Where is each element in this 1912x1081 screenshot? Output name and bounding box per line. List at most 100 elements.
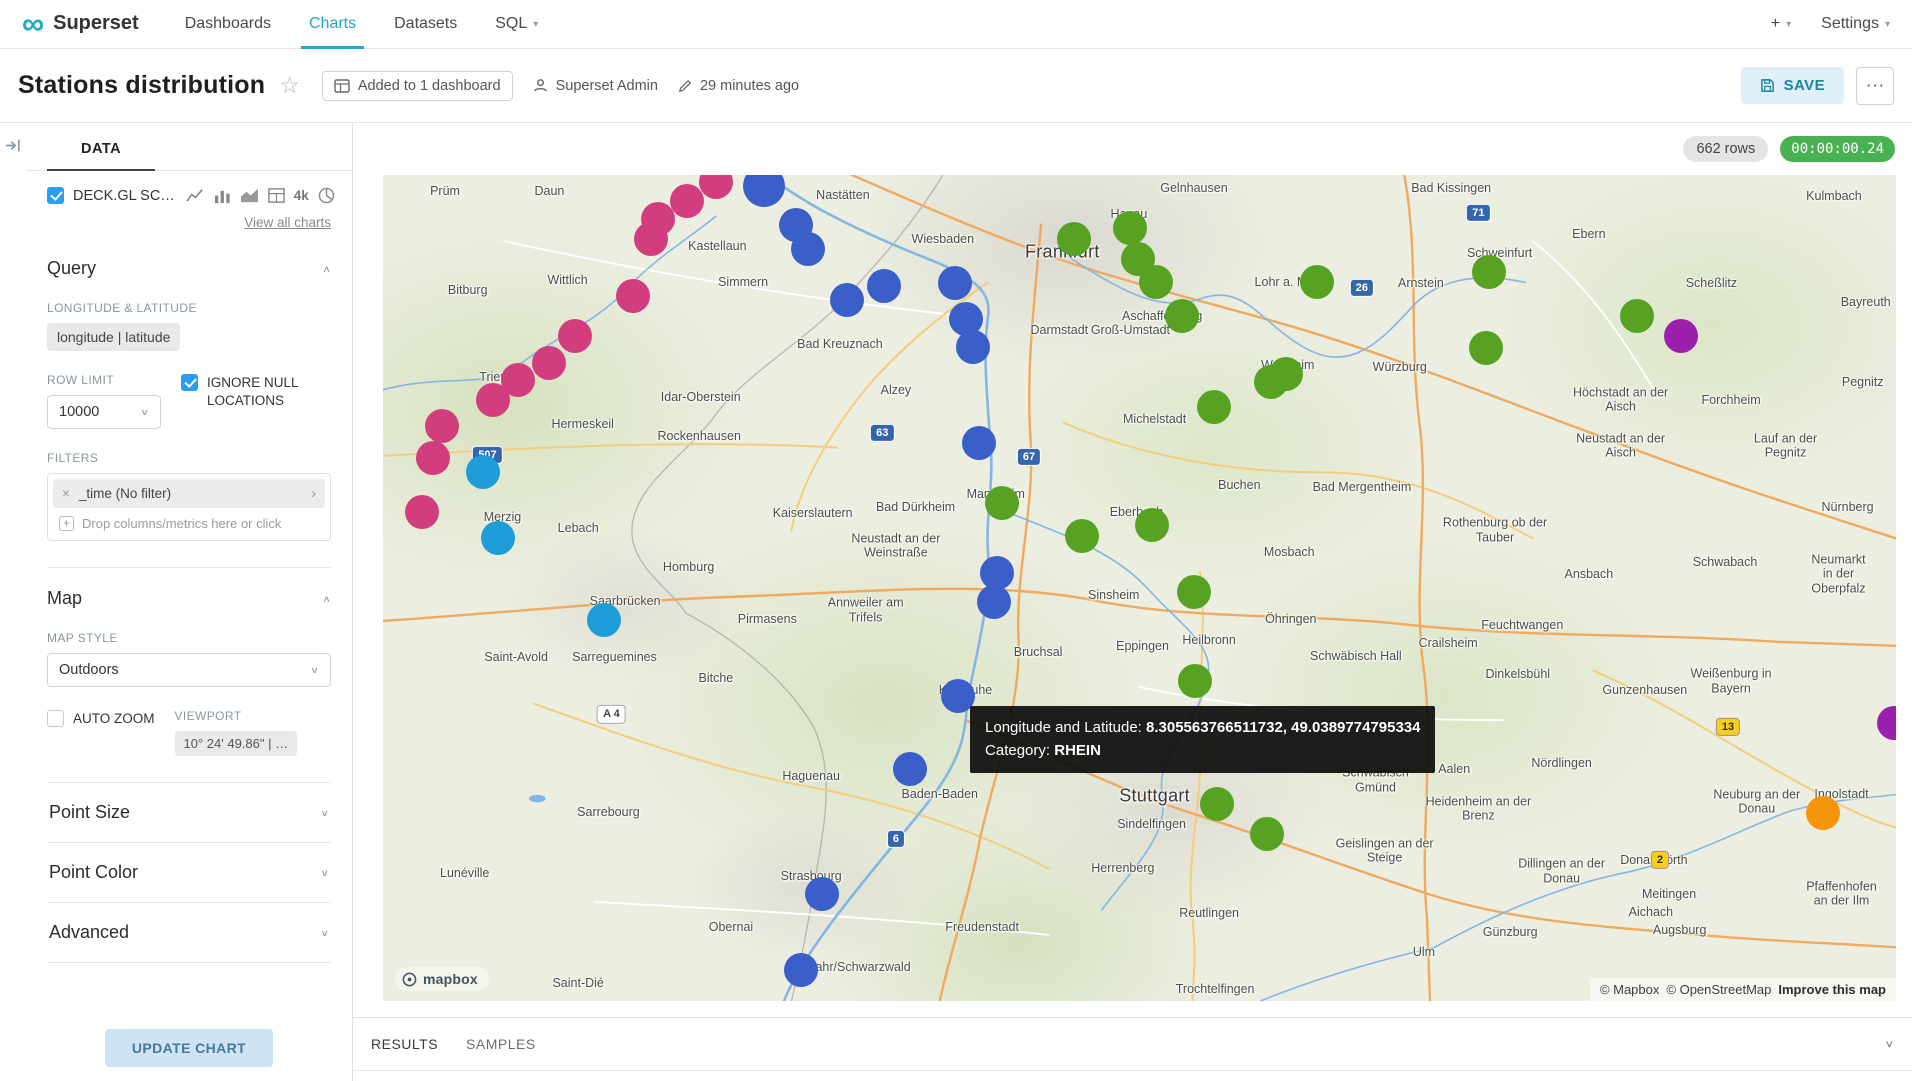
map-point[interactable] — [893, 752, 927, 786]
map-point[interactable] — [1135, 508, 1169, 542]
map-point[interactable] — [791, 232, 825, 266]
owner-label[interactable]: Superset Admin — [533, 78, 658, 94]
query-section-header[interactable]: Query ∧ — [47, 258, 331, 279]
area-chart-icon[interactable] — [240, 187, 259, 204]
mapbox-attribution-link[interactable]: © Mapbox — [1600, 982, 1659, 997]
improve-map-link[interactable]: Improve this map — [1778, 982, 1886, 997]
map-point[interactable] — [938, 266, 972, 300]
remove-filter-icon[interactable]: × — [62, 486, 70, 501]
map-style-select[interactable]: Outdoors ∨ — [47, 653, 331, 687]
map-point[interactable] — [1620, 299, 1654, 333]
pie-chart-icon[interactable] — [318, 187, 335, 204]
map-point[interactable] — [1254, 365, 1288, 399]
map-point[interactable] — [466, 455, 500, 489]
bar-chart-icon[interactable] — [214, 187, 231, 204]
table-icon[interactable] — [268, 187, 285, 204]
map-city-label: Ansbach — [1565, 567, 1614, 581]
map-point[interactable] — [1806, 796, 1840, 830]
map-point[interactable] — [405, 495, 439, 529]
map-point[interactable] — [532, 346, 566, 380]
map-point[interactable] — [977, 585, 1011, 619]
map-point[interactable] — [1250, 817, 1284, 851]
map-point[interactable] — [1065, 519, 1099, 553]
map-point[interactable] — [985, 486, 1019, 520]
map-point[interactable] — [1165, 299, 1199, 333]
section-advanced[interactable]: Advanced ∨ — [47, 902, 331, 963]
map-point[interactable] — [1469, 331, 1503, 365]
big-number-icon[interactable]: 4k — [294, 188, 309, 203]
map-canvas[interactable]: mapbox © Mapbox © OpenStreetMap Improve … — [383, 175, 1896, 1001]
map-point[interactable] — [805, 877, 839, 911]
map-section-header[interactable]: Map ∧ — [47, 588, 331, 609]
map-point[interactable] — [1178, 664, 1212, 698]
map-point[interactable] — [1177, 575, 1211, 609]
map-point[interactable] — [1057, 222, 1091, 256]
expand-results-icon[interactable]: ∨ — [1884, 1038, 1894, 1050]
mapbox-logo-text: mapbox — [423, 971, 478, 987]
map-point[interactable] — [558, 319, 592, 353]
auto-zoom-checkbox[interactable] — [47, 710, 64, 727]
ignore-null-checkbox[interactable] — [181, 374, 198, 391]
view-all-charts-link[interactable]: View all charts — [244, 215, 331, 230]
map-point[interactable] — [587, 603, 621, 637]
brand-name: Superset — [53, 12, 139, 35]
tab-results[interactable]: RESULTS — [371, 1036, 438, 1052]
map-point[interactable] — [1300, 265, 1334, 299]
tab-data[interactable]: DATA — [47, 123, 155, 170]
section-point-color[interactable]: Point Color ∨ — [47, 842, 331, 902]
nav-datasets[interactable]: Datasets — [394, 0, 457, 48]
viewport-value[interactable]: 10° 24' 49.86" | … — [175, 731, 298, 756]
map-point[interactable] — [956, 330, 990, 364]
map-point[interactable] — [476, 383, 510, 417]
map-point[interactable] — [1472, 255, 1506, 289]
expand-filter-icon[interactable]: › — [311, 485, 316, 502]
map-point[interactable] — [634, 222, 668, 256]
map-point[interactable] — [1664, 319, 1698, 353]
tab-samples[interactable]: SAMPLES — [466, 1036, 536, 1052]
superset-logo[interactable]: ∞ Superset — [22, 10, 139, 38]
map-point[interactable] — [962, 426, 996, 460]
map-city-label: Geislingen an der Steige — [1332, 836, 1438, 865]
map-point[interactable] — [425, 409, 459, 443]
dashboard-count-badge[interactable]: Added to 1 dashboard — [322, 71, 513, 101]
map-point[interactable] — [481, 521, 515, 555]
map-point[interactable] — [1197, 390, 1231, 424]
map-point[interactable] — [616, 279, 650, 313]
mapbox-icon — [402, 972, 417, 987]
tooltip-category-label: Category: — [985, 742, 1050, 759]
nav-charts[interactable]: Charts — [309, 0, 356, 48]
last-modified-label[interactable]: 29 minutes ago — [678, 78, 799, 94]
map-point[interactable] — [670, 184, 704, 218]
settings-menu-button[interactable]: Settings ▾ — [1821, 0, 1890, 48]
map-city-label: Idar-Oberstein — [661, 390, 741, 404]
map-point[interactable] — [1113, 211, 1147, 245]
map-point[interactable] — [830, 283, 864, 317]
line-chart-icon[interactable] — [186, 187, 205, 204]
save-button[interactable]: SAVE — [1741, 67, 1844, 104]
row-limit-select[interactable]: 10000 ∨ — [47, 395, 161, 429]
viz-type-checkbox[interactable] — [47, 187, 64, 204]
map-point[interactable] — [416, 441, 450, 475]
osm-attribution-link[interactable]: © OpenStreetMap — [1666, 982, 1771, 997]
favorite-star-icon[interactable]: ☆ — [279, 72, 300, 99]
lonlat-pill[interactable]: longitude | latitude — [47, 323, 180, 351]
map-city-label: Eppingen — [1116, 639, 1169, 653]
more-options-button[interactable]: ··· — [1856, 67, 1894, 105]
collapse-panel-icon[interactable] — [5, 137, 22, 155]
chevron-up-icon[interactable]: ∧ — [322, 263, 331, 274]
nav-sql[interactable]: SQL ▾ — [495, 0, 538, 48]
chevron-up-icon[interactable]: ∧ — [322, 593, 331, 604]
viz-type-label[interactable]: DECK.GL SC… — [73, 188, 175, 204]
filter-pill[interactable]: × _time (No filter) › — [53, 479, 325, 508]
map-point[interactable] — [1139, 265, 1173, 299]
new-item-button[interactable]: + ▾ — [1771, 0, 1791, 48]
nav-dashboards[interactable]: Dashboards — [185, 0, 271, 48]
map-point[interactable] — [867, 269, 901, 303]
filter-drop-zone[interactable]: + Drop columns/metrics here or click — [53, 508, 325, 535]
section-point-size[interactable]: Point Size ∨ — [47, 782, 331, 842]
map-city-label: Freudenstadt — [945, 920, 1019, 934]
map-point[interactable] — [1200, 787, 1234, 821]
map-point[interactable] — [784, 953, 818, 987]
mapbox-logo[interactable]: mapbox — [395, 967, 489, 991]
update-chart-button[interactable]: UPDATE CHART — [105, 1029, 273, 1067]
